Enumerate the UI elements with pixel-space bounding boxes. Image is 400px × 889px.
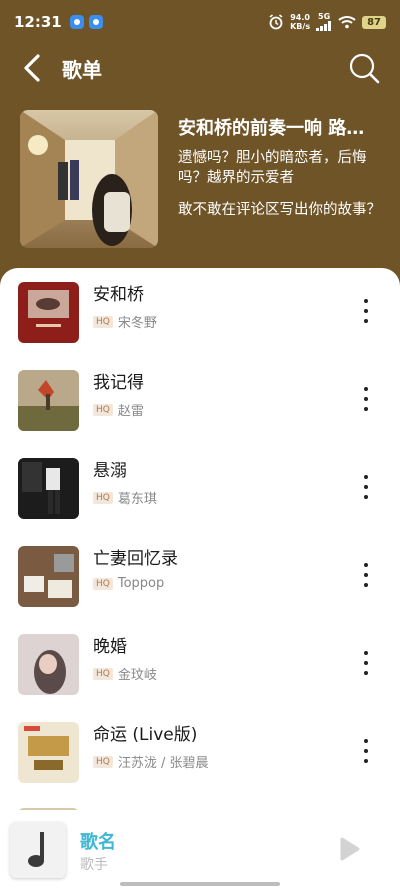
song-info: 安和桥 HQ 宋冬野	[93, 280, 157, 331]
more-options-button[interactable]	[358, 472, 374, 502]
net-speed-value: 94.0	[290, 13, 310, 22]
song-cover	[18, 281, 79, 343]
song-title: 命运 (Live版)	[93, 725, 198, 745]
hq-badge: HQ	[93, 315, 113, 328]
play-button[interactable]	[338, 836, 360, 862]
alarm-icon	[269, 14, 283, 30]
song-info: 命运 (Live版) HQ 汪苏泷 / 张碧晨	[93, 720, 209, 771]
song-cover	[18, 457, 79, 519]
home-indicator[interactable]	[120, 882, 280, 886]
song-info: 亡妻回忆录 HQ Toppop	[93, 544, 178, 591]
app-notification-icon	[88, 15, 103, 29]
song-row[interactable]: 安和桥 HQ 宋冬野	[0, 268, 400, 356]
player-artist: 歌手	[80, 857, 108, 873]
music-note-icon	[28, 832, 44, 867]
mini-player[interactable]: 歌名 歌手	[0, 810, 400, 889]
more-options-button[interactable]	[358, 648, 374, 678]
song-artist: 宋冬野	[117, 316, 157, 331]
song-list: 安和桥 HQ 宋冬野 我记得 HQ 赵雷 悬溺 HQ 葛东琪 亡妻回忆录 HQ Topp…	[0, 268, 400, 889]
status-bar: 12:31 94.0 KB/s 5G 87	[0, 0, 400, 44]
song-row[interactable]: 晚婚 HQ 金玟岐	[0, 620, 400, 708]
song-title: 晚婚	[93, 637, 127, 657]
player-song-title: 歌名	[80, 832, 116, 853]
more-options-button[interactable]	[358, 384, 374, 414]
playlist-info: 安和桥的前奏一响 路… 遗憾吗？胆小的暗恋者，后悔吗？越界的示爱者 敢不敢在评论…	[178, 110, 388, 248]
more-options-button[interactable]	[358, 296, 374, 326]
song-title: 我记得	[93, 373, 144, 393]
song-row[interactable]: 命运 (Live版) HQ 汪苏泷 / 张碧晨	[0, 708, 400, 796]
player-cover[interactable]	[10, 822, 66, 878]
more-dots-icon	[364, 563, 368, 567]
page-title: 歌单	[62, 57, 102, 82]
song-info: 悬溺 HQ 葛东琪	[93, 456, 157, 507]
song-title: 悬溺	[93, 461, 127, 481]
top-bar: 歌单	[0, 44, 400, 92]
song-title: 亡妻回忆录	[93, 549, 178, 569]
song-row[interactable]: 我记得 HQ 赵雷	[0, 356, 400, 444]
song-cover	[18, 633, 79, 695]
playlist-call-to-action: 敢不敢在评论区写出你的故事？	[178, 202, 381, 218]
more-dots-icon	[364, 387, 368, 391]
song-title: 安和桥	[93, 285, 144, 305]
more-dots-icon	[364, 651, 368, 655]
search-icon	[349, 53, 380, 84]
song-artist: 赵雷	[117, 404, 144, 419]
more-options-button[interactable]	[358, 560, 374, 590]
hq-badge: HQ	[93, 491, 113, 504]
song-artist: 汪苏泷 / 张碧晨	[117, 756, 209, 771]
hq-badge: HQ	[93, 403, 113, 416]
status-time: 12:31	[14, 13, 62, 31]
song-cover	[18, 721, 79, 783]
app-notification-icon	[69, 15, 84, 29]
more-options-button[interactable]	[358, 736, 374, 766]
play-icon	[340, 837, 360, 861]
notification-icons	[69, 15, 103, 29]
song-row[interactable]: 悬溺 HQ 葛东琪	[0, 444, 400, 532]
more-dots-icon	[364, 739, 368, 743]
song-row[interactable]: 亡妻回忆录 HQ Toppop	[0, 532, 400, 620]
song-artist: 金玟岐	[117, 668, 157, 683]
song-artist: 葛东琪	[117, 492, 157, 507]
net-speed: 94.0 KB/s	[290, 13, 310, 31]
song-info: 我记得 HQ 赵雷	[93, 368, 144, 419]
playlist-description: 遗憾吗？胆小的暗恋者，后悔吗？越界的示爱者	[178, 150, 367, 186]
playlist-cover[interactable]	[20, 110, 158, 248]
song-cover	[18, 545, 79, 607]
net-speed-unit: KB/s	[290, 22, 311, 31]
network-type: 5G	[318, 12, 331, 21]
more-dots-icon	[364, 475, 368, 479]
back-arrow-icon	[24, 54, 40, 82]
back-button[interactable]	[18, 50, 46, 86]
playlist-name: 安和桥的前奏一响 路…	[178, 118, 365, 139]
search-button[interactable]	[346, 50, 382, 86]
song-cover	[18, 369, 79, 431]
more-dots-icon	[364, 299, 368, 303]
playlist-header: 安和桥的前奏一响 路… 遗憾吗？胆小的暗恋者，后悔吗？越界的示爱者 敢不敢在评论…	[20, 110, 390, 248]
signal-icon	[316, 21, 332, 31]
hq-badge: HQ	[93, 577, 113, 590]
hq-badge: HQ	[93, 667, 113, 680]
song-info: 晚婚 HQ 金玟岐	[93, 632, 157, 683]
battery-indicator: 87	[362, 15, 386, 29]
wifi-icon	[338, 16, 356, 29]
song-artist: Toppop	[117, 576, 165, 591]
playlist-cover-image	[20, 110, 158, 248]
hq-badge: HQ	[93, 755, 113, 768]
status-indicators: 94.0 KB/s 5G 87	[268, 13, 386, 31]
